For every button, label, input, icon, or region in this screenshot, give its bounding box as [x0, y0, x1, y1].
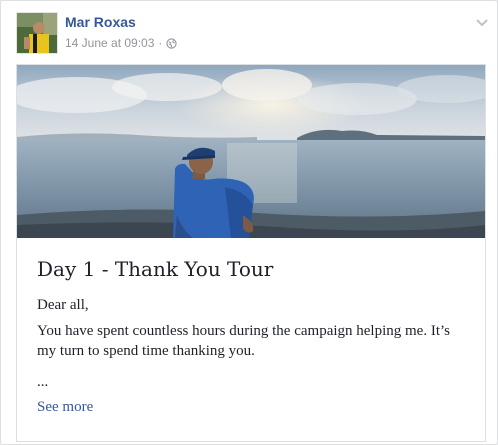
- post-meta: 14 June at 09:03 ·: [65, 36, 178, 50]
- note-card[interactable]: Day 1 - Thank You Tour Dear all, You hav…: [16, 64, 486, 442]
- note-cover-photo: [17, 65, 485, 238]
- post-author-name[interactable]: Mar Roxas: [65, 14, 136, 30]
- globe-icon[interactable]: [166, 37, 178, 49]
- chevron-down-icon[interactable]: [475, 15, 489, 27]
- see-more-link[interactable]: See more: [37, 399, 93, 416]
- avatar[interactable]: [16, 12, 58, 54]
- note-ellipsis: ...: [37, 374, 49, 390]
- note-paragraph: You have spent countless hours during th…: [37, 323, 450, 359]
- post-timestamp[interactable]: 14 June at 09:03: [65, 36, 154, 50]
- avatar-photo: [17, 13, 57, 53]
- feed-post: Mar Roxas 14 June at 09:03 · Day 1 - Tha…: [0, 0, 498, 445]
- meta-separator: ·: [158, 36, 163, 50]
- note-paragraph: Dear all,: [37, 297, 89, 313]
- note-title[interactable]: Day 1 - Thank You Tour: [37, 257, 273, 281]
